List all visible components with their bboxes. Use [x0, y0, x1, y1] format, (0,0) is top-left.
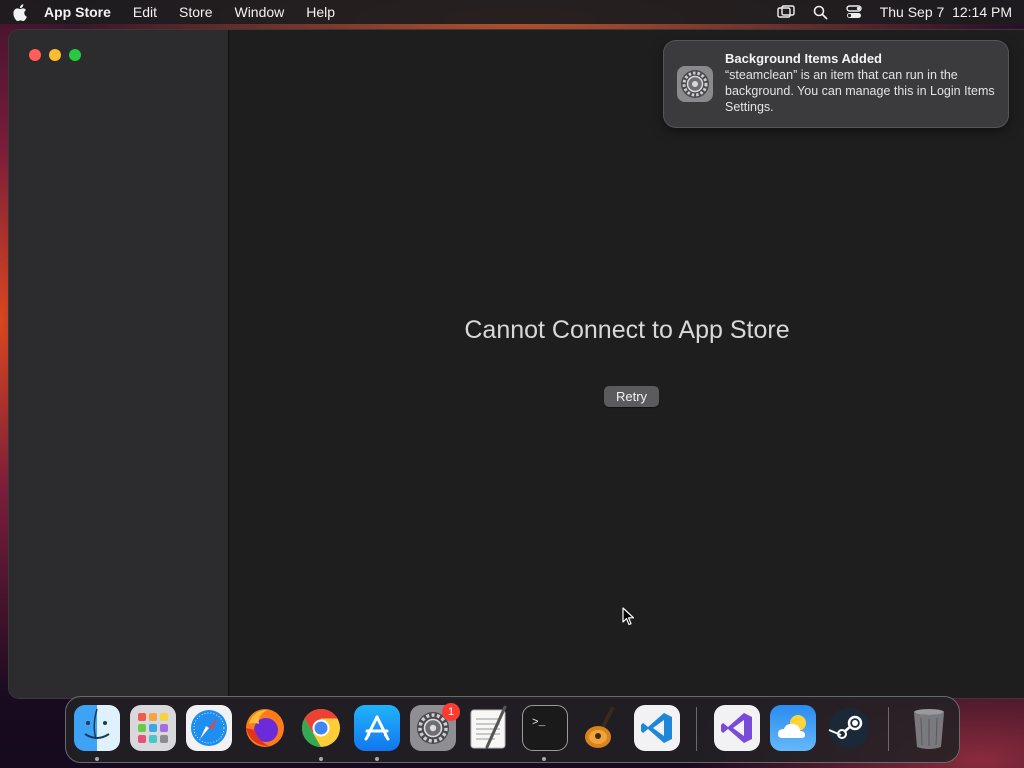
safari-icon[interactable] — [186, 705, 232, 751]
menu-bar: App Store Edit Store Window Help Thu Sep… — [0, 0, 1024, 24]
error-title: Cannot Connect to App Store — [464, 316, 790, 344]
app-store-icon[interactable] — [354, 705, 400, 751]
garageband-icon[interactable] — [578, 705, 624, 751]
chrome-icon[interactable] — [298, 705, 344, 751]
weather-icon[interactable] — [770, 705, 816, 751]
visual-studio-icon[interactable] — [714, 705, 760, 751]
menu-store[interactable]: Store — [179, 4, 212, 20]
terminal-running-indicator — [542, 757, 546, 761]
notification-body: “steamclean” is an item that can run in … — [725, 68, 995, 114]
app-store-running-indicator — [375, 757, 379, 761]
sidebar — [9, 30, 229, 698]
app-store-window: Cannot Connect to App Store Retry — [9, 30, 1024, 698]
retry-button[interactable]: Retry — [604, 386, 659, 407]
vscode-icon[interactable] — [634, 705, 680, 751]
spotlight-search-icon[interactable] — [813, 5, 828, 20]
apple-menu-icon[interactable] — [12, 3, 30, 21]
main-content: Cannot Connect to App Store Retry — [230, 30, 1024, 698]
svg-text:>_: >_ — [532, 717, 546, 729]
finder-running-indicator — [95, 757, 99, 761]
menu-app-name[interactable]: App Store — [44, 4, 111, 20]
background-items-notification[interactable]: Background Items Added “steamclean” is a… — [664, 41, 1008, 127]
close-button[interactable] — [29, 49, 41, 61]
screen-mirroring-icon[interactable] — [776, 5, 795, 19]
control-center-icon[interactable] — [845, 5, 862, 19]
finder-icon[interactable] — [74, 705, 120, 751]
launchpad-icon[interactable] — [130, 705, 176, 751]
menu-window[interactable]: Window — [234, 4, 284, 20]
dock-separator — [888, 707, 889, 751]
menu-help[interactable]: Help — [306, 4, 335, 20]
trash-icon[interactable] — [906, 705, 952, 751]
dock: 1 >_ — [65, 696, 960, 763]
minimize-button[interactable] — [49, 49, 61, 61]
system-settings-badge: 1 — [442, 703, 460, 721]
notification-title: Background Items Added — [725, 51, 882, 66]
chrome-running-indicator — [319, 757, 323, 761]
textedit-icon[interactable] — [466, 705, 512, 751]
firefox-icon[interactable] — [242, 705, 288, 751]
system-settings-icon — [677, 66, 713, 102]
mouse-cursor-icon — [622, 607, 635, 626]
menu-clock[interactable]: Thu Sep 7 12:14 PM — [880, 4, 1012, 20]
terminal-icon[interactable]: >_ — [522, 705, 568, 751]
steam-icon[interactable] — [826, 705, 872, 751]
dock-separator — [696, 707, 697, 751]
zoom-button[interactable] — [69, 49, 81, 61]
menu-edit[interactable]: Edit — [133, 4, 157, 20]
